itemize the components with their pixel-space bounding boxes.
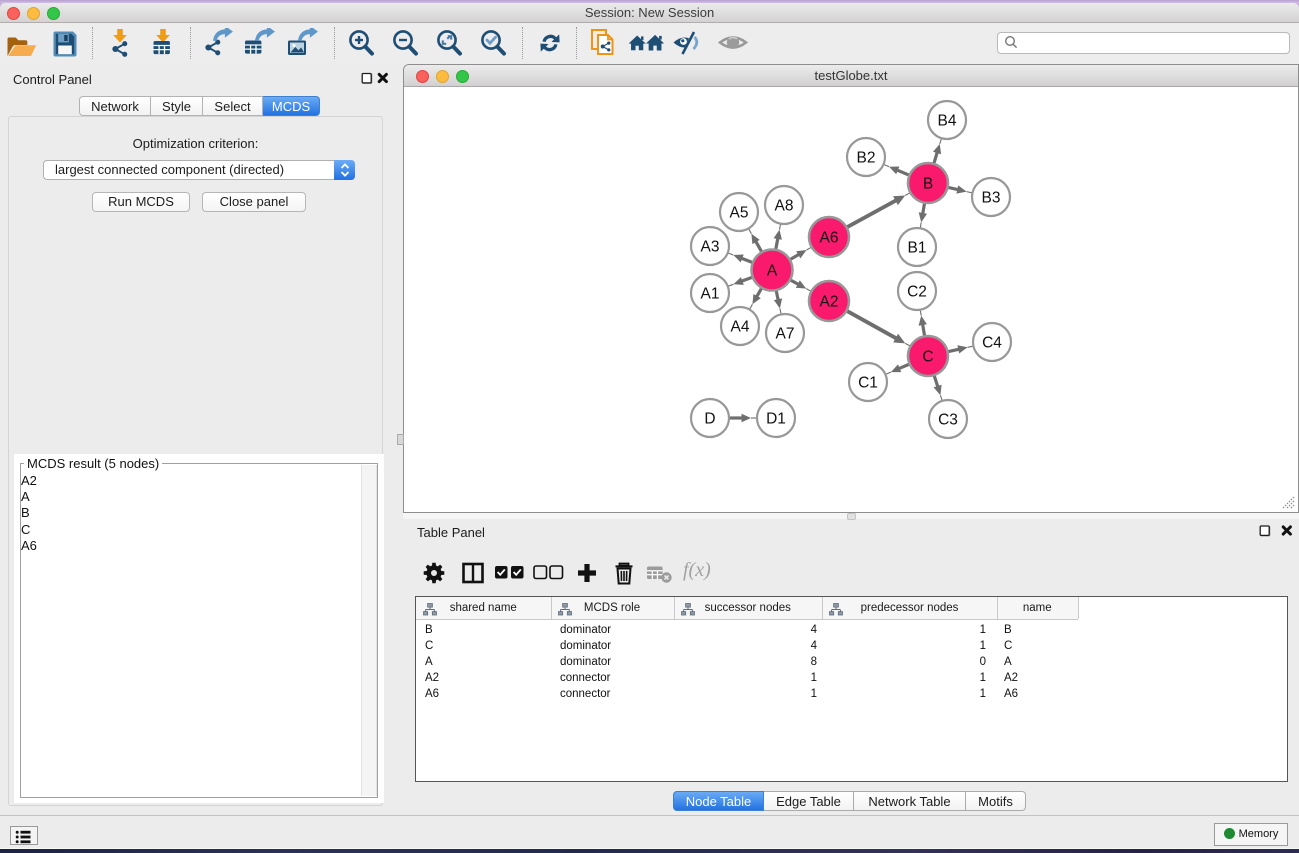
- svg-text:A6: A6: [820, 230, 839, 247]
- svg-text:A4: A4: [731, 319, 750, 336]
- svg-text:B3: B3: [982, 190, 1001, 207]
- svg-text:A2: A2: [820, 294, 839, 311]
- svg-text:A8: A8: [775, 198, 794, 215]
- svg-text:A: A: [767, 263, 778, 280]
- svg-text:C: C: [922, 349, 933, 366]
- svg-text:B1: B1: [908, 240, 927, 257]
- svg-text:A1: A1: [701, 286, 720, 303]
- svg-text:D1: D1: [766, 411, 786, 428]
- svg-text:A5: A5: [730, 205, 749, 222]
- svg-text:C3: C3: [938, 412, 958, 429]
- svg-text:B2: B2: [857, 150, 876, 167]
- svg-text:B: B: [923, 176, 933, 193]
- svg-text:A7: A7: [776, 326, 795, 343]
- svg-text:C4: C4: [982, 335, 1002, 352]
- svg-text:A3: A3: [701, 239, 720, 256]
- svg-text:B4: B4: [938, 113, 957, 130]
- svg-text:C1: C1: [858, 375, 878, 392]
- svg-text:C2: C2: [907, 284, 927, 301]
- svg-text:D: D: [704, 411, 715, 428]
